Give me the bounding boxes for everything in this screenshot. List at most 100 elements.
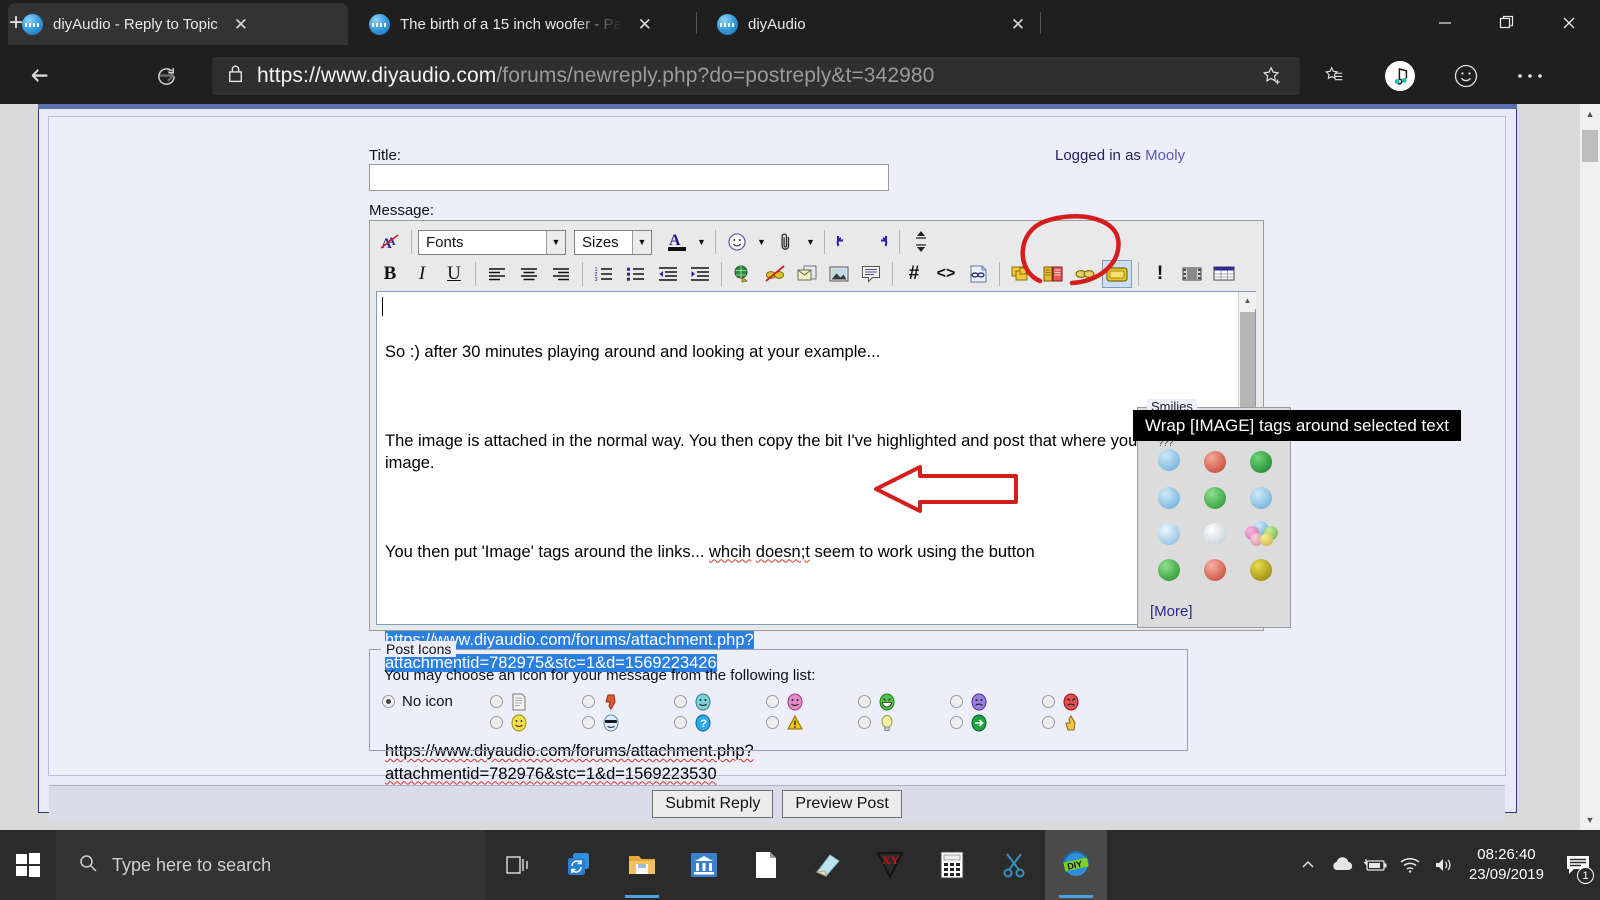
smilie-big-grin-green[interactable] (1192, 484, 1238, 512)
minimize-button[interactable] (1414, 0, 1476, 45)
warning-icon[interactable]: ! (1145, 260, 1175, 288)
smilie-chevron-down-icon[interactable]: ▼ (754, 229, 769, 255)
remove-link-icon[interactable] (760, 260, 790, 288)
post-icon-option[interactable] (766, 691, 858, 712)
icon-arrow-green[interactable] (970, 714, 988, 732)
page-scroll-down-arrow-icon[interactable]: ▼ (1580, 810, 1600, 830)
icon-thumbs-up[interactable] (1062, 714, 1080, 732)
smilie-confused-blue[interactable]: ??? (1146, 438, 1192, 476)
page-scroll-up-arrow-icon[interactable]: ▲ (1580, 104, 1600, 124)
post-icon-option[interactable]: ? (674, 712, 766, 733)
post-icon-option[interactable] (490, 712, 582, 733)
diy-app-icon[interactable]: DIY (1045, 830, 1107, 900)
code-icon[interactable]: <> (931, 260, 961, 288)
bold-icon[interactable]: B (375, 260, 405, 288)
title-input[interactable] (369, 164, 889, 191)
browser-tab-0[interactable]: diyAudio - Reply to Topic ✕ (8, 3, 348, 45)
onedrive-icon[interactable] (1325, 830, 1359, 900)
radio-icon-lightbulb[interactable] (858, 716, 871, 729)
insert-image-icon[interactable] (824, 260, 854, 288)
scroll-up-arrow-icon[interactable]: ▲ (1239, 292, 1256, 309)
post-icon-option[interactable] (950, 712, 1042, 733)
radio-icon-sad-purple[interactable] (950, 695, 963, 708)
post-icon-option[interactable] (674, 691, 766, 712)
font-color-icon[interactable]: A (662, 228, 692, 256)
battery-icon[interactable] (1359, 830, 1393, 900)
preview-post-button[interactable]: Preview Post (782, 790, 902, 818)
task-view-icon[interactable] (487, 830, 549, 900)
align-center-icon[interactable] (514, 260, 544, 288)
book-icon[interactable] (1038, 260, 1068, 288)
insert-link-icon[interactable] (728, 260, 758, 288)
show-hidden-icons-icon[interactable] (1291, 830, 1325, 900)
taskbar-clock[interactable]: 08:26:40 23/09/2019 (1461, 845, 1556, 885)
outdent-icon[interactable] (653, 260, 683, 288)
post-icon-option[interactable] (582, 712, 674, 733)
unordered-list-icon[interactable] (621, 260, 651, 288)
font-size-select[interactable]: Sizes ▼ (574, 229, 652, 255)
page-scrollbar-thumb[interactable] (1582, 130, 1598, 162)
new-tab-button[interactable]: + (0, 9, 32, 39)
xy-app-icon[interactable]: XY (859, 830, 921, 900)
icon-lightbulb[interactable] (878, 714, 896, 732)
post-icon-option[interactable] (766, 712, 858, 733)
logged-in-username-link[interactable]: Mooly (1145, 147, 1185, 164)
smilie-wink-blue[interactable] (1146, 484, 1192, 512)
align-left-icon[interactable] (482, 260, 512, 288)
wifi-icon[interactable] (1393, 830, 1427, 900)
table-icon[interactable] (1209, 260, 1239, 288)
indent-icon[interactable] (685, 260, 715, 288)
icon-document[interactable] (510, 693, 528, 711)
music-note-icon[interactable] (1378, 57, 1422, 95)
tab-close-button[interactable]: ✕ (228, 11, 254, 37)
post-icon-option[interactable] (950, 691, 1042, 712)
icon-sad-purple[interactable] (970, 693, 988, 711)
sync-app-icon[interactable] (549, 830, 611, 900)
start-button[interactable] (0, 830, 56, 900)
page-scrollbar[interactable]: ▲ ▼ (1580, 104, 1600, 830)
address-bar[interactable]: https://www.diyaudio.com/forums/newreply… (212, 57, 1298, 95)
radio-icon-smile-yellow[interactable] (490, 716, 503, 729)
film-icon[interactable] (1177, 260, 1207, 288)
redo-icon[interactable] (863, 228, 893, 256)
font-color-chevron-down-icon[interactable]: ▼ (694, 229, 709, 255)
post-icon-option[interactable] (1042, 712, 1134, 733)
smiley-feedback-icon[interactable] (1444, 57, 1488, 95)
smilie-happy-green[interactable] (1146, 556, 1192, 584)
php-code-icon[interactable] (963, 260, 993, 288)
radio-icon-thumbs-up[interactable] (1042, 716, 1055, 729)
url-tag-icon[interactable] (1070, 260, 1100, 288)
post-icon-option[interactable] (858, 691, 950, 712)
smilie-cool-sunglasses[interactable] (1146, 520, 1192, 548)
message-textarea[interactable]: So :) after 30 minutes playing around an… (376, 291, 1256, 783)
favorite-star-icon[interactable] (1244, 57, 1300, 95)
undo-icon[interactable] (831, 228, 861, 256)
underline-icon[interactable]: U (439, 260, 469, 288)
smilies-more-link[interactable]: [More] (1150, 603, 1193, 620)
attachment-chevron-down-icon[interactable]: ▼ (803, 229, 818, 255)
italic-icon[interactable]: I (407, 260, 437, 288)
taskbar-search-box[interactable]: Type here to search (56, 830, 485, 900)
icon-warning-triangle[interactable] (786, 714, 804, 732)
post-icon-option-no-icon[interactable]: No icon (382, 691, 490, 712)
radio-no-icon[interactable] (382, 695, 395, 708)
refresh-button[interactable] (148, 58, 184, 94)
icon-grin-green[interactable] (878, 693, 896, 711)
insert-quote-icon[interactable] (856, 260, 886, 288)
radio-icon-document[interactable] (490, 695, 503, 708)
browser-tab-2[interactable]: diyAudio ✕ (703, 3, 1039, 45)
close-window-button[interactable] (1538, 0, 1600, 45)
radio-icon-arrow-green[interactable] (950, 716, 963, 729)
submit-reply-button[interactable]: Submit Reply (652, 790, 774, 818)
image-tag-icon[interactable] (1102, 260, 1132, 288)
remove-formatting-icon[interactable]: A A (375, 228, 405, 256)
icon-question-blue[interactable]: ? (694, 714, 712, 732)
layers-icon[interactable] (1006, 260, 1036, 288)
tab-close-button[interactable]: ✕ (632, 11, 658, 37)
smilie-insert-icon[interactable] (722, 228, 752, 256)
smilie-yellow-cool[interactable] (1238, 556, 1284, 584)
back-arrow-icon[interactable] (22, 58, 58, 94)
post-icon-option[interactable] (858, 712, 950, 733)
browser-tab-1[interactable]: The birth of a 15 inch woofer - Pa ✕ (355, 3, 690, 45)
maximize-restore-button[interactable] (1476, 0, 1538, 45)
